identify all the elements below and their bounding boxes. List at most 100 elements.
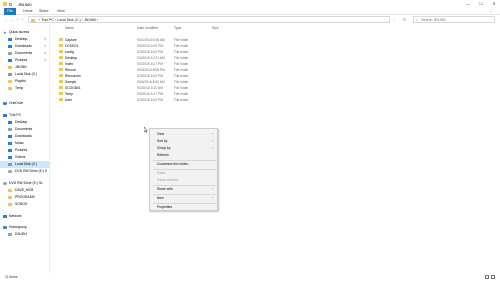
homegroup-icon: [3, 226, 7, 230]
tab-home[interactable]: Home: [20, 8, 36, 15]
minimize-button[interactable]: —: [463, 0, 473, 8]
tab-view[interactable]: View: [54, 8, 68, 15]
nav-documents[interactable]: Documents: [0, 126, 50, 133]
nav-quick-access[interactable]: ★ Quick access: [0, 29, 50, 36]
refresh-icon[interactable]: ↻: [403, 17, 406, 22]
nav-network[interactable]: Network: [0, 213, 50, 220]
nav-onedrive[interactable]: OneDrive: [0, 100, 50, 107]
menu-item-properties[interactable]: Properties: [150, 204, 219, 210]
nav-jb1960[interactable]: JB1960: [0, 64, 50, 71]
nav-pictures-pinned[interactable]: Pictures ✎: [0, 57, 50, 64]
address-dropdown-icon[interactable]: ⌄: [393, 17, 396, 21]
drive-icon: [8, 73, 12, 77]
nav-videos[interactable]: Videos: [0, 154, 50, 161]
ribbon-tabs: File Home Share View ⌄: [0, 8, 500, 15]
nav-downloads[interactable]: Downloads: [0, 133, 50, 140]
menu-separator: [153, 193, 216, 194]
nav-this-pc[interactable]: This PC: [0, 112, 50, 119]
nav-music[interactable]: Music: [0, 140, 50, 147]
chevron-right-icon: ›: [212, 132, 214, 136]
search-input[interactable]: [421, 17, 493, 24]
tab-share[interactable]: Share: [36, 8, 52, 15]
menu-item-refresh[interactable]: Refresh: [150, 152, 219, 158]
pin-icon: ✎: [44, 44, 47, 48]
tab-file[interactable]: File: [4, 8, 16, 15]
maximize-button[interactable]: ☐: [476, 0, 486, 8]
nav-local-disk[interactable]: Local Disk (C:): [0, 161, 50, 168]
folder-icon: [59, 92, 63, 96]
chevron-right-icon: ›: [212, 146, 214, 150]
expand-ribbon-icon[interactable]: ⌄: [486, 8, 495, 15]
nav-documents-pinned[interactable]: Documents ✎: [0, 50, 50, 57]
nav-dvd-drive-pc[interactable]: DVD RW Drive (E:) S: [0, 168, 50, 175]
nav-programs[interactable]: PROGRAMS: [0, 194, 50, 201]
menu-item-share-with[interactable]: Share with ›: [150, 186, 219, 192]
drive-icon: [8, 163, 12, 167]
folder-icon: [31, 18, 35, 22]
recent-locations-icon[interactable]: ⌄: [16, 17, 19, 21]
pictures-icon: [8, 149, 12, 153]
cloud-icon: [3, 102, 7, 106]
folder-icon: [59, 56, 63, 60]
column-type[interactable]: Type: [174, 26, 181, 30]
up-button[interactable]: ↑: [21, 17, 23, 22]
menu-separator: [153, 159, 216, 160]
menu-item-sort-by[interactable]: Sort by ›: [150, 138, 219, 144]
nav-downloads-pinned[interactable]: Downloads ✎: [0, 43, 50, 50]
folder-icon: [59, 44, 63, 48]
quick-access-toolbar-icon[interactable]: [9, 2, 12, 6]
column-name[interactable]: Name: [65, 26, 74, 30]
nav-dave-mcb[interactable]: DAVE_MCB: [0, 187, 50, 194]
music-icon: [8, 142, 12, 146]
folder-icon: [3, 2, 7, 6]
desktop-icon: [8, 121, 12, 125]
close-button[interactable]: ✕: [489, 0, 499, 8]
menu-item-paste-shortcut[interactable]: Paste shortcut: [150, 177, 219, 183]
folder-icon: [8, 196, 12, 200]
pin-icon: ✎: [44, 37, 47, 41]
breadcrumb[interactable]: › This PC › Local Disk (C:) › JB1960 ›: [39, 18, 98, 22]
folder-icon: [59, 80, 63, 84]
folder-icon: [8, 189, 12, 193]
dvd-icon: [8, 170, 12, 174]
menu-item-view[interactable]: View ›: [150, 131, 219, 137]
menu-separator: [153, 168, 216, 169]
computer-icon: [8, 233, 12, 237]
column-size[interactable]: Size: [212, 26, 219, 30]
chevron-right-icon: ›: [212, 139, 214, 143]
large-icons-view-icon[interactable]: [491, 275, 495, 279]
nav-temp[interactable]: Temp: [0, 85, 50, 92]
nav-david4[interactable]: DAVID4: [0, 231, 50, 238]
pin-icon: ✎: [44, 51, 47, 55]
folder-icon: [8, 87, 12, 91]
menu-item-new[interactable]: New ›: [150, 195, 219, 201]
menu-item-group-by[interactable]: Group by ›: [150, 145, 219, 151]
search-box[interactable]: ⌕: [413, 16, 495, 24]
pictures-icon: [8, 59, 12, 63]
mouse-cursor-icon: [144, 127, 148, 133]
desktop-icon: [8, 38, 12, 42]
nav-desktop[interactable]: Desktop: [0, 119, 50, 126]
chevron-right-icon: ›: [212, 187, 214, 191]
nav-playlist[interactable]: Playlist: [0, 78, 50, 85]
forward-button[interactable]: →: [10, 17, 14, 22]
file-row[interactable]: User 9/3/2016 5:02 PM File folder: [50, 97, 500, 103]
column-date-modified[interactable]: Date modified: [137, 26, 158, 30]
nav-dvd-drive[interactable]: DVD RW Drive (E:) SL: [0, 180, 50, 187]
menu-separator: [153, 202, 216, 203]
folder-icon: [59, 98, 63, 102]
nav-songs[interactable]: SONGS: [0, 201, 50, 208]
documents-icon: [8, 52, 12, 56]
menu-item-customize-folder[interactable]: Customize this folder...: [150, 161, 219, 167]
nav-pictures[interactable]: Pictures: [0, 147, 50, 154]
nav-homegroup[interactable]: Homegroup: [0, 224, 50, 231]
item-count: 11 items: [5, 275, 18, 279]
address-bar[interactable]: › This PC › Local Disk (C:) › JB1960 ›: [28, 16, 390, 23]
back-button[interactable]: ←: [4, 17, 8, 22]
details-view-icon[interactable]: [485, 275, 489, 279]
nav-desktop-pinned[interactable]: Desktop ✎: [0, 36, 50, 43]
menu-item-paste[interactable]: Paste: [150, 170, 219, 176]
nav-local-disk-quick[interactable]: Local Disk (C:): [0, 71, 50, 78]
search-icon: ⌕: [416, 17, 419, 22]
folder-icon: [59, 38, 63, 42]
